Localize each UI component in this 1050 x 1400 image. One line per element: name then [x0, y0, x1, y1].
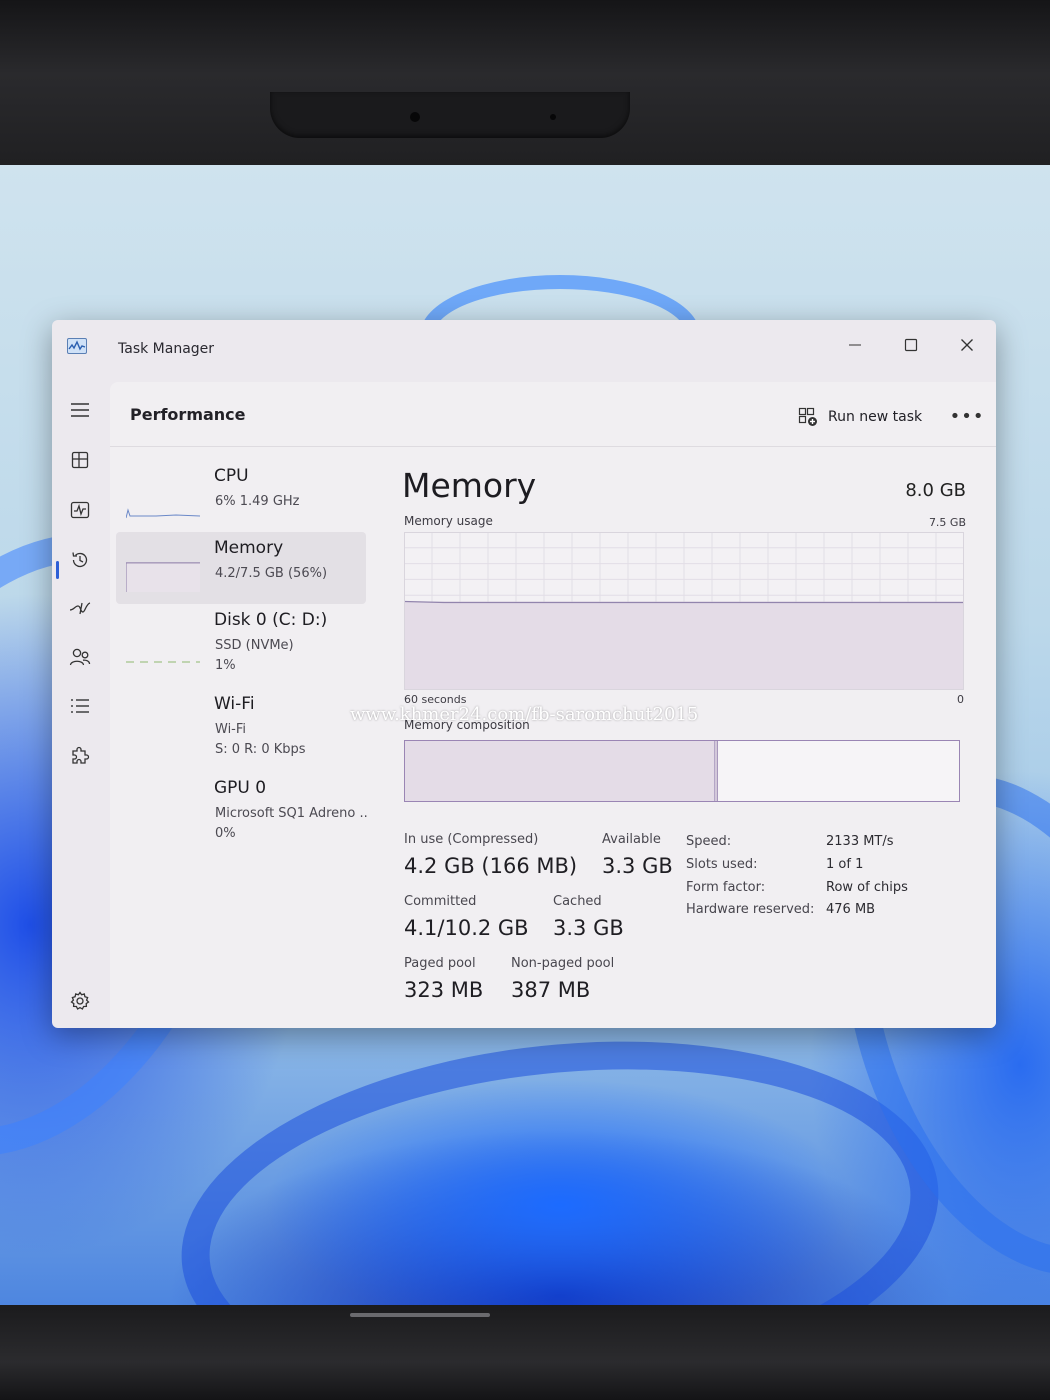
cached-value: 3.3 GB: [553, 916, 624, 940]
non-paged-pool-label: Non-paged pool: [511, 956, 615, 971]
memory-thumbnail-graph: [126, 562, 200, 592]
more-options-button[interactable]: •••: [950, 404, 984, 428]
device-name: CPU: [214, 466, 249, 486]
disk-thumbnail-graph: [126, 661, 200, 663]
taskbar-handle: [350, 1313, 490, 1317]
device-detail: Wi-Fi: [215, 722, 247, 737]
memory-usage-fill: [405, 601, 963, 689]
task-manager-window: Task Manager Performance Run new task ••…: [52, 320, 996, 1028]
nav-settings[interactable]: [64, 985, 96, 1017]
page-title: Performance: [130, 405, 246, 424]
minimize-icon: [849, 344, 861, 346]
header-divider: [110, 446, 996, 447]
form-factor-value: Row of chips: [826, 880, 908, 895]
list-icon: [71, 699, 89, 713]
minimize-button[interactable]: [833, 328, 877, 362]
hamburger-menu-button[interactable]: [64, 394, 96, 426]
device-detail: 1%: [215, 658, 236, 673]
device-cpu[interactable]: CPU 6% 1.49 GHz: [116, 460, 366, 532]
task-manager-app-icon: [67, 338, 87, 354]
hardware-reserved-key: Hardware reserved:: [686, 902, 815, 917]
memory-usage-graph: [404, 532, 964, 690]
device-name: Disk 0 (C: D:): [214, 610, 328, 630]
maximize-icon: [904, 338, 918, 352]
performance-icon: [70, 501, 90, 519]
nav-performance[interactable]: [64, 494, 96, 526]
history-icon: [72, 552, 88, 568]
window-title: Task Manager: [118, 341, 215, 357]
cpu-thumbnail-graph: [126, 508, 200, 519]
form-factor-key: Form factor:: [686, 880, 766, 895]
cached-label: Cached: [553, 894, 602, 909]
device-memory[interactable]: Memory 4.2/7.5 GB (56%): [116, 532, 366, 604]
slots-key: Slots used:: [686, 857, 758, 872]
nav-services[interactable]: [64, 739, 96, 771]
laptop-bezel-bottom: [0, 1305, 1050, 1400]
gear-icon: [70, 991, 90, 1010]
composition-in-use: [405, 741, 716, 801]
nav-startup-apps[interactable]: [64, 592, 96, 624]
speed-key: Speed:: [686, 834, 732, 849]
device-detail: SSD (NVMe): [215, 638, 294, 653]
committed-value: 4.1/10.2 GB: [404, 916, 529, 940]
device-detail: S: 0 R: 0 Kbps: [215, 742, 306, 757]
available-value: 3.3 GB: [602, 854, 673, 878]
camera-notch: [270, 92, 630, 138]
nav-details[interactable]: [64, 690, 96, 722]
puzzle-icon: [72, 746, 90, 764]
close-icon: [961, 339, 973, 351]
nav-processes[interactable]: [64, 444, 96, 476]
device-gpu[interactable]: GPU 0 Microsoft SQ1 Adreno .. 0%: [116, 772, 368, 844]
users-icon: [69, 648, 91, 666]
device-detail: Microsoft SQ1 Adreno ..: [215, 806, 368, 821]
laptop-bezel-top: [0, 0, 1050, 165]
watermark-text: www.khmer24.com/fb-saromchut2015: [350, 704, 699, 725]
run-new-task-button[interactable]: Run new task: [798, 405, 922, 429]
nav-users[interactable]: [64, 641, 96, 673]
nav-app-history[interactable]: [64, 544, 96, 576]
device-disk[interactable]: Disk 0 (C: D:) SSD (NVMe) 1%: [116, 604, 366, 676]
speed-value: 2133 MT/s: [826, 834, 894, 849]
device-detail: 0%: [215, 826, 236, 841]
composition-modified: [715, 741, 718, 801]
paged-pool-value: 323 MB: [404, 978, 484, 1002]
device-wifi[interactable]: Wi-Fi Wi-Fi S: 0 R: 0 Kbps: [116, 688, 366, 760]
title-bar[interactable]: Task Manager: [52, 320, 996, 380]
processes-icon: [71, 451, 89, 469]
device-detail: 4.2/7.5 GB (56%): [215, 566, 328, 581]
paged-pool-label: Paged pool: [404, 956, 476, 971]
startup-icon: [69, 602, 91, 615]
camera-sensor: [410, 112, 420, 122]
device-name: Memory: [214, 538, 284, 558]
device-name: Wi-Fi: [214, 694, 255, 714]
maximize-button[interactable]: [889, 328, 933, 362]
device-name: GPU 0: [214, 778, 267, 798]
device-detail: 6% 1.49 GHz: [215, 494, 300, 509]
committed-label: Committed: [404, 894, 477, 909]
hardware-reserved-value: 476 MB: [826, 902, 876, 917]
slots-value: 1 of 1: [826, 857, 864, 872]
run-new-task-label: Run new task: [828, 409, 923, 425]
in-use-label: In use (Compressed): [404, 832, 539, 847]
memory-usage-max: 7.5 GB: [928, 516, 966, 529]
memory-heading: Memory: [402, 466, 537, 505]
graph-axis-zero: 0: [957, 693, 964, 706]
available-label: Available: [602, 832, 661, 847]
run-task-icon: [798, 407, 817, 426]
memory-composition-bar: [404, 740, 960, 802]
active-nav-indicator: [56, 561, 59, 579]
hamburger-icon: [71, 403, 89, 417]
memory-total: 8.0 GB: [905, 480, 966, 501]
in-use-value: 4.2 GB (166 MB): [404, 854, 578, 878]
navigation-sidebar: [52, 380, 110, 1028]
memory-usage-label: Memory usage: [404, 514, 493, 528]
camera-led: [550, 114, 556, 120]
close-button[interactable]: [945, 328, 989, 362]
non-paged-pool-value: 387 MB: [511, 978, 591, 1002]
